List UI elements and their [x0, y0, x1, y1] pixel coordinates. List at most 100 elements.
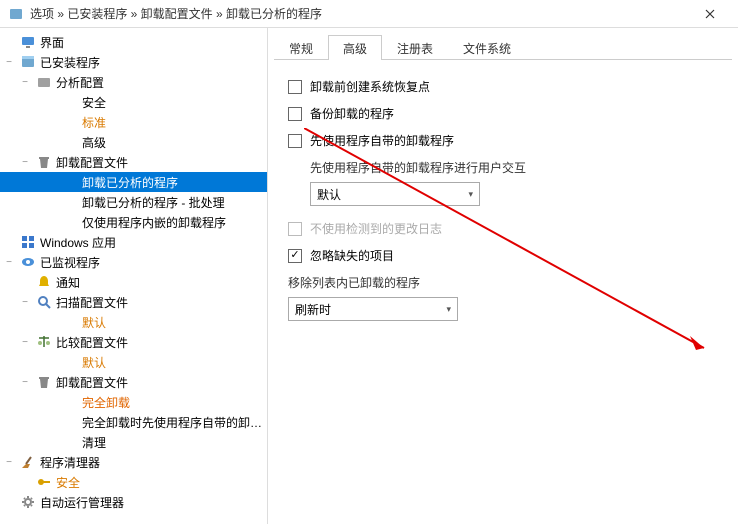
tab-1[interactable]: 高级 [328, 35, 382, 60]
checkbox-no-changelog: 不使用检测到的更改日志 [288, 220, 718, 237]
tree-item-label: 已监视程序 [40, 254, 100, 271]
blank-icon [62, 414, 78, 430]
win-icon [20, 234, 36, 250]
close-button[interactable] [690, 0, 730, 28]
tree-item-7[interactable]: 卸载已分析的程序 [0, 172, 267, 192]
blank-icon [62, 394, 78, 410]
tree-item-label: Windows 应用 [40, 234, 116, 251]
tree-item-21[interactable]: − 程序清理器 [0, 452, 267, 472]
tree-item-10[interactable]: Windows 应用 [0, 232, 267, 252]
trash-icon [36, 154, 52, 170]
scale-icon [36, 334, 52, 350]
tree-item-16[interactable]: 默认 [0, 352, 267, 372]
box-o-icon [36, 74, 52, 90]
select-interaction-mode[interactable]: 默认 ▾ [310, 182, 480, 206]
monitor-icon [20, 34, 36, 50]
tree-item-label: 安全 [56, 474, 80, 491]
checkbox-icon [288, 107, 302, 121]
tree-item-label: 完全卸载时先使用程序自带的卸… [82, 414, 262, 431]
blank-icon [62, 354, 78, 370]
tree-item-label: 卸载配置文件 [56, 374, 128, 391]
checkbox-icon [288, 80, 302, 94]
tree-item-label: 高级 [82, 134, 106, 151]
checkbox-label: 忽略缺失的项目 [310, 247, 394, 264]
tree-item-20[interactable]: 清理 [0, 432, 267, 452]
tree-item-label: 安全 [82, 94, 106, 111]
expand-icon[interactable]: − [18, 297, 32, 308]
tree-item-23[interactable]: 自动运行管理器 [0, 492, 267, 512]
sidebar: 界面−已安装程序−分析配置安全标准高级−卸载配置文件卸载已分析的程序卸载已分析的… [0, 28, 268, 524]
checkbox-icon [288, 249, 302, 263]
tree-item-9[interactable]: 仅使用程序内嵌的卸载程序 [0, 212, 267, 232]
tree-item-label: 卸载已分析的程序 [82, 174, 178, 191]
tree-item-22[interactable]: 安全 [0, 472, 267, 492]
tree-item-2[interactable]: − 分析配置 [0, 72, 267, 92]
builtin-uninstaller-sub: 先使用程序自带的卸载程序进行用户交互 默认 ▾ [310, 159, 718, 206]
expand-icon[interactable]: − [18, 157, 32, 168]
tree-item-14[interactable]: 默认 [0, 312, 267, 332]
select-remove-list-timing[interactable]: 刷新时 ▾ [288, 297, 458, 321]
select-value: 默认 [317, 186, 341, 203]
tree-item-label: 比较配置文件 [56, 334, 128, 351]
tree-item-5[interactable]: 高级 [0, 132, 267, 152]
tree-item-4[interactable]: 标准 [0, 112, 267, 132]
tab-3[interactable]: 文件系统 [448, 35, 526, 60]
tree-item-label: 仅使用程序内嵌的卸载程序 [82, 214, 226, 231]
checkbox-label: 备份卸载的程序 [310, 105, 394, 122]
search-icon [36, 294, 52, 310]
tree-item-label: 默认 [82, 354, 106, 371]
expand-icon[interactable]: − [2, 57, 16, 68]
checkbox-backup[interactable]: 备份卸载的程序 [288, 105, 718, 122]
sub-label: 先使用程序自带的卸载程序进行用户交互 [310, 159, 718, 176]
tree-item-label: 程序清理器 [40, 454, 100, 471]
blank-icon [62, 434, 78, 450]
tree-item-8[interactable]: 卸载已分析的程序 - 批处理 [0, 192, 267, 212]
tree-item-label: 已安装程序 [40, 54, 100, 71]
blank-icon [62, 314, 78, 330]
checkbox-ignore-missing[interactable]: 忽略缺失的项目 [288, 247, 718, 264]
expand-icon[interactable]: − [2, 257, 16, 268]
broom-icon [20, 454, 36, 470]
expand-icon[interactable]: − [18, 337, 32, 348]
expand-icon[interactable]: − [18, 377, 32, 388]
expand-icon[interactable]: − [2, 457, 16, 468]
breadcrumb: 选项 » 已安装程序 » 卸载配置文件 » 卸载已分析的程序 [30, 5, 690, 22]
tree-item-19[interactable]: 完全卸载时先使用程序自带的卸… [0, 412, 267, 432]
tree-item-label: 标准 [82, 114, 106, 131]
key-icon [36, 474, 52, 490]
tree-item-15[interactable]: − 比较配置文件 [0, 332, 267, 352]
expand-icon[interactable]: − [18, 77, 32, 88]
tab-2[interactable]: 注册表 [382, 35, 448, 60]
tree-item-label: 扫描配置文件 [56, 294, 128, 311]
tree-item-label: 通知 [56, 274, 80, 291]
checkbox-label: 不使用检测到的更改日志 [310, 220, 442, 237]
tab-panel-advanced: 卸载前创建系统恢复点 备份卸载的程序 先使用程序自带的卸载程序 先使用程序自带的… [274, 60, 732, 339]
tab-0[interactable]: 常规 [274, 35, 328, 60]
blank-icon [62, 174, 78, 190]
tree-item-label: 默认 [82, 314, 106, 331]
tree-item-label: 分析配置 [56, 74, 104, 91]
blank-icon [62, 194, 78, 210]
tree-item-label: 界面 [40, 34, 64, 51]
tree-item-18[interactable]: 完全卸载 [0, 392, 267, 412]
tree-item-12[interactable]: 通知 [0, 272, 267, 292]
tree-item-11[interactable]: − 已监视程序 [0, 252, 267, 272]
tree-item-3[interactable]: 安全 [0, 92, 267, 112]
tree-item-6[interactable]: −卸载配置文件 [0, 152, 267, 172]
blank-icon [62, 114, 78, 130]
tree-item-label: 卸载已分析的程序 - 批处理 [82, 194, 225, 211]
checkbox-use-builtin-uninstaller[interactable]: 先使用程序自带的卸载程序 [288, 132, 718, 149]
tree-item-1[interactable]: − 已安装程序 [0, 52, 267, 72]
tree-item-13[interactable]: − 扫描配置文件 [0, 292, 267, 312]
blank-icon [62, 214, 78, 230]
tree-item-0[interactable]: 界面 [0, 32, 267, 52]
checkbox-restore-point[interactable]: 卸载前创建系统恢复点 [288, 78, 718, 95]
gear-icon [20, 494, 36, 510]
tree-item-17[interactable]: − 卸载配置文件 [0, 372, 267, 392]
app-icon [8, 6, 24, 22]
chevron-down-icon: ▾ [446, 304, 451, 315]
blank-icon [62, 94, 78, 110]
bell-icon [36, 274, 52, 290]
tree-item-label: 自动运行管理器 [40, 494, 124, 511]
box-icon [20, 54, 36, 70]
